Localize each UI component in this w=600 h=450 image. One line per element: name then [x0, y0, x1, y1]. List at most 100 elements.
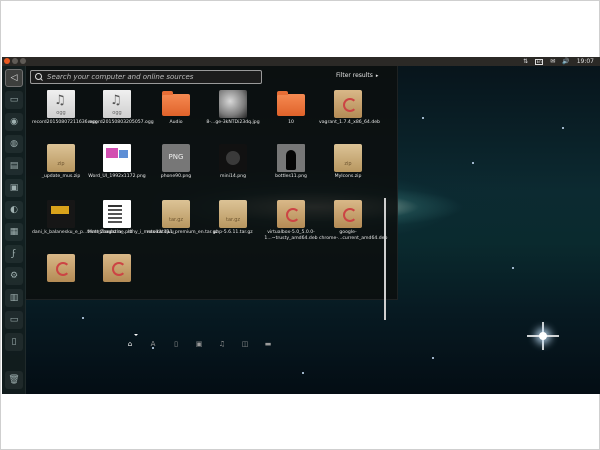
result-label: google-chrome-...current_amd64.deb	[319, 230, 388, 241]
files-lens-icon[interactable]: ▯	[172, 340, 180, 348]
result-item[interactable]: navicat111_premium_en.tar.gz	[147, 200, 218, 254]
network-icon[interactable]: ⇅	[523, 57, 528, 66]
result-item[interactable]: MyIcons.zip	[319, 144, 377, 198]
browser-button[interactable]: ◉	[5, 113, 23, 131]
screenshot-frame: ⇅ En ✉ 🔊 19:07 ◁ ▭ ◉ ◍ ▤ ▣ ◐ ▦ ϝ ⚙ ▥ ▭ ▯…	[0, 0, 600, 450]
star	[512, 267, 514, 269]
dash-home-button[interactable]: ◁	[5, 69, 23, 87]
result-label: dani_k_balanesku_e_p...ternetmagazine.pd…	[32, 230, 133, 235]
png-icon	[162, 144, 190, 172]
search-input[interactable]	[47, 73, 247, 81]
active-lens-indicator	[134, 334, 138, 336]
result-label: bottles11.png	[275, 174, 307, 179]
search-icon	[35, 73, 43, 81]
package-icon	[334, 90, 362, 118]
star	[302, 372, 304, 374]
top-panel: ⇅ En ✉ 🔊 19:07	[2, 57, 600, 66]
result-item[interactable]: virtualbox-5.0_5.0.0-1...~trusty_amd64.d…	[262, 200, 320, 254]
close-icon[interactable]	[4, 58, 10, 64]
djvu-icon	[103, 200, 131, 228]
result-label: _update_mus.zip	[41, 174, 81, 179]
settings-button[interactable]: ⚙	[5, 267, 23, 285]
folder-icon	[277, 91, 305, 116]
folder-icon	[162, 91, 190, 116]
result-item[interactable]: _update_mus.zip	[32, 144, 90, 198]
star	[472, 162, 474, 164]
result-item[interactable]: dani_k_balanesku_e_p...ternetmagazine.pd…	[32, 200, 133, 254]
result-label: Word_UI_1992x1172.png	[88, 174, 146, 179]
package-icon	[103, 254, 131, 282]
monitor-button[interactable]: ▭	[5, 311, 23, 329]
image-dark-icon	[219, 144, 247, 172]
result-label: 10	[288, 120, 294, 125]
minimize-icon[interactable]	[12, 58, 18, 64]
star	[562, 127, 564, 129]
mail-icon[interactable]: ✉	[550, 57, 555, 66]
result-item[interactable]: Audio	[147, 90, 205, 144]
result-item[interactable]: phone90.png	[147, 144, 205, 198]
result-label: 8-...ge-3kNTDi23dq.jpg	[206, 120, 260, 125]
indicator-area: ⇅ En ✉ 🔊 19:07	[523, 57, 594, 66]
office-button[interactable]: ▤	[5, 157, 23, 175]
star	[82, 317, 84, 319]
result-item[interactable]: vagrant_1.7.4_x86_64.deb	[319, 90, 380, 144]
result-label: Matt_Zandstra_...lony_i_metodik.djvu	[88, 230, 174, 235]
files-button[interactable]: ▭	[5, 91, 23, 109]
lens-bar: ⌂ A ▯ ▣ ♫ ◫ ▬	[126, 338, 326, 350]
image-word-icon	[103, 144, 131, 172]
audio-file-icon	[47, 90, 75, 118]
result-item[interactable]: record20150807211636.ogg	[32, 90, 98, 144]
star	[422, 117, 424, 119]
result-item[interactable]: Matt_Zandstra_...lony_i_metodik.djvu	[88, 200, 174, 254]
result-item[interactable]: Word_UI_1992x1172.png	[88, 144, 146, 198]
result-item[interactable]: record20150803205057.ogg	[88, 90, 154, 144]
maximize-icon[interactable]	[20, 58, 26, 64]
package-icon	[277, 200, 305, 228]
audio-file-icon	[103, 90, 131, 118]
disk-button[interactable]: ▯	[5, 333, 23, 351]
scrollbar[interactable]	[384, 198, 386, 320]
result-label: navicat111_premium_en.tar.gz	[147, 230, 218, 235]
workspace-button[interactable]: ▥	[5, 289, 23, 307]
home-lens-icon[interactable]: ⌂	[126, 340, 134, 348]
image-moon-icon	[219, 90, 247, 118]
photos-lens-icon[interactable]: ◫	[241, 340, 249, 348]
dash-overlay: Filter results ▸ record20150807211636.og…	[26, 66, 398, 348]
result-item[interactable]: 8-...ge-3kNTDi23dq.jpg	[204, 90, 262, 144]
keyboard-layout-indicator[interactable]: En	[535, 58, 544, 65]
trash-button[interactable]: 🗑	[5, 371, 23, 389]
mail-button[interactable]: ◍	[5, 135, 23, 153]
result-item[interactable]: php-5.6.11.tar.gz	[204, 200, 262, 254]
filter-results-label: Filter results	[336, 72, 373, 79]
social-lens-icon[interactable]: ▬	[264, 340, 272, 348]
result-label: record20150807211636.ogg	[32, 120, 98, 125]
image-bottles-icon	[277, 144, 305, 172]
targz-icon	[162, 200, 190, 228]
music-lens-icon[interactable]: ♫	[218, 340, 226, 348]
result-label: phone90.png	[160, 174, 192, 179]
result-item[interactable]: google-chrome-...current_amd64.deb	[319, 200, 388, 254]
result-item[interactable]	[88, 254, 146, 308]
terminal-button[interactable]: ◐	[5, 201, 23, 219]
result-item[interactable]: mini14.png	[204, 144, 262, 198]
result-label: MyIcons.zip	[334, 174, 362, 179]
zip-icon	[334, 144, 362, 172]
filter-results-button[interactable]: Filter results ▸	[336, 72, 378, 79]
result-item[interactable]: 10	[262, 90, 320, 144]
result-item[interactable]	[32, 254, 90, 308]
volume-icon[interactable]: 🔊	[562, 57, 569, 66]
clock[interactable]: 19:07	[577, 57, 594, 66]
zip-icon	[47, 144, 75, 172]
targz-icon	[219, 200, 247, 228]
result-label: virtualbox-5.0_5.0.0-1...~trusty_amd64.d…	[264, 230, 318, 241]
ftp-button[interactable]: ϝ	[5, 245, 23, 263]
result-item[interactable]: bottles11.png	[262, 144, 320, 198]
chevron-right-icon: ▸	[375, 72, 379, 79]
software-button[interactable]: ▦	[5, 223, 23, 241]
search-box[interactable]	[30, 70, 262, 84]
media-button[interactable]: ▣	[5, 179, 23, 197]
bright-star	[527, 322, 559, 350]
video-lens-icon[interactable]: ▣	[195, 340, 203, 348]
applications-lens-icon[interactable]: A	[149, 340, 157, 348]
result-label: record20150803205057.ogg	[88, 120, 154, 125]
